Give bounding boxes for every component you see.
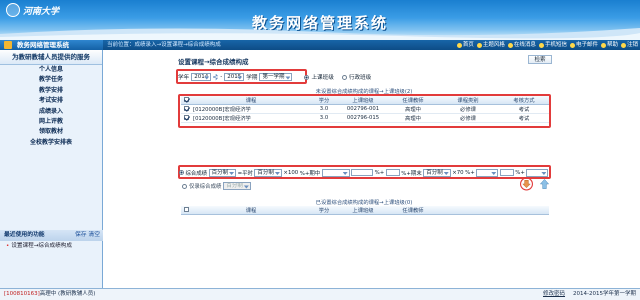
sidebar-item-teaching-tasks[interactable]: 教学任务 (0, 75, 102, 85)
col-teacher: 任课教师 (389, 96, 437, 105)
regular-scale-select[interactable]: 百分制 (254, 168, 282, 177)
extra-scale-select[interactable] (526, 168, 549, 177)
current-term: 2014-2015学年第一学期 (573, 291, 636, 297)
radio-composite-grade[interactable] (179, 170, 184, 175)
col-credit: 学分 (311, 96, 337, 105)
filter-row: 学年 2014 - 2015 学期 第一学期 上课班级 行政班级 (178, 73, 372, 81)
sidebar-heading: 为教研教辅人员提供的服务 (0, 50, 102, 65)
move-down-arrow-button[interactable] (520, 177, 533, 191)
year-end-input[interactable]: 2015 (224, 73, 245, 81)
recent-item[interactable]: 设置课程→综合成绩构成 (0, 241, 103, 251)
move-up-arrow-button[interactable] (538, 177, 551, 191)
select-all-header[interactable] (181, 96, 191, 105)
extra-weight-input[interactable] (385, 169, 400, 176)
current-user: [100810163]高理中 (教研教辅人员) (4, 291, 96, 297)
sidebar-item-school-schedule[interactable]: 全校教学安排表 (0, 138, 102, 148)
year-start-input[interactable]: 2014 (191, 73, 212, 81)
grade-formula-row: 综合成绩 百分制 =平时 百分制 ×100 %+期中 %+ %+期末 百分制 ×… (179, 168, 550, 177)
radio-class-section[interactable] (304, 74, 310, 80)
radio-admin-class[interactable] (341, 74, 347, 80)
lower-select-all-checkbox[interactable] (183, 206, 189, 212)
unset-courses-table: 课程 学分 上课班级 任课教师 课程类别 考核方式 [0120000B]宏观经济… (181, 96, 549, 123)
tool-logout[interactable]: 注销 (620, 40, 638, 50)
tool-home[interactable]: 首页 (456, 40, 474, 50)
tool-sms[interactable]: 手机短信 (538, 40, 567, 50)
col-course: 课程 (191, 96, 311, 105)
midterm-weight-input[interactable] (351, 169, 374, 176)
breadcrumb-prefix: 当前位置： (107, 42, 135, 48)
lower-table-caption: 已设置综合成绩构成的课程→上课班级(0) (315, 200, 413, 206)
tool-email[interactable]: 电子邮件 (569, 40, 598, 50)
sidebar-system-header: 教务网络管理系统 (0, 40, 103, 50)
logout-icon (620, 42, 626, 48)
table-row[interactable]: [0120000B]宏观经济学 3.0 002796-015 高理中 必修课 考… (181, 113, 549, 123)
sidebar: 为教研教辅人员提供的服务 个人信息 教学任务 教学安排 考试安排 成绩录入 网上… (0, 50, 103, 288)
lower-col-credit: 学分 (311, 206, 337, 215)
sidebar-item-grade-entry[interactable]: 成绩录入 (0, 107, 102, 117)
tool-messages[interactable]: 在线消息 (507, 40, 536, 50)
main-content: 设置课程→综合成绩构成 检索 学年 2014 - 2015 学期 第一学期 上课… (106, 50, 640, 288)
banner-wave-decoration (0, 28, 640, 40)
search-button[interactable]: 检索 (528, 55, 552, 64)
breadcrumb: 当前位置：成绩录入→设置课程→综合成绩构成 (107, 40, 221, 50)
sidebar-item-evaluation[interactable]: 网上评教 (0, 117, 102, 127)
composite-only-select[interactable]: 百分制 (223, 182, 251, 190)
recent-functions-panel: 最近使用的功能 保存 清空 设置课程→综合成绩构成 (0, 230, 103, 251)
composite-scale-select[interactable]: 百分制 (208, 168, 237, 177)
radio-composite-only[interactable] (182, 183, 187, 189)
tool-help[interactable]: 帮助 (600, 40, 618, 50)
breadcrumb-path[interactable]: 成绩录入→设置课程→综合成绩构成 (135, 42, 221, 48)
mail-icon (569, 42, 575, 48)
midterm-scale-select[interactable] (321, 168, 350, 177)
header-banner: 河南大学 教务网络管理系统 (0, 0, 640, 40)
message-icon (507, 42, 513, 48)
toolbar: 首页 主题风格 在线消息 手机短信 电子邮件 帮助 注销 (456, 40, 638, 50)
sidebar-item-profile[interactable]: 个人信息 (0, 65, 102, 75)
tool-theme[interactable]: 主题风格 (476, 40, 505, 50)
lower-col-class: 上课班级 (337, 206, 389, 215)
col-category: 课程类别 (437, 96, 499, 105)
app-window: { "header": { "logo_text": "河南大学", "syst… (0, 0, 640, 300)
final-scale-select[interactable]: 百分制 (423, 168, 451, 177)
sidebar-item-teaching-schedule[interactable]: 教学安排 (0, 86, 102, 96)
theme-icon (476, 42, 482, 48)
set-courses-table: 课程 学分 上课班级 任课教师 (181, 206, 549, 215)
composite-only-row: 仅录综合成绩 百分制 (182, 181, 251, 191)
lower-col-course: 课程 (191, 206, 311, 215)
table-row[interactable]: [0120000B]宏观经济学 3.0 002796-001 高理中 必修课 考… (181, 104, 549, 114)
row-checkbox[interactable] (183, 105, 189, 111)
col-assessment: 考核方式 (499, 96, 549, 105)
lower-col-teacher: 任课教师 (389, 206, 437, 215)
status-bar: [100810163]高理中 (教研教辅人员) 修改密码 2014-2015学年第… (0, 288, 640, 300)
recent-functions-header: 最近使用的功能 保存 清空 (0, 230, 103, 241)
sidebar-item-textbooks[interactable]: 领取教材 (0, 127, 102, 137)
other-weight-input[interactable] (499, 169, 514, 176)
term-select[interactable]: 第一学期 (259, 73, 293, 81)
col-class: 上课班级 (337, 96, 389, 105)
page-title: 设置课程→综合成绩构成 (178, 58, 249, 66)
status-right: 修改密码 2014-2015学年第一学期 (543, 289, 636, 300)
sidebar-item-exam-schedule[interactable]: 考试安排 (0, 96, 102, 106)
recent-save-clear-links[interactable]: 保存 清空 (75, 230, 100, 241)
help-icon (600, 42, 606, 48)
book-icon (4, 41, 12, 49)
other-scale-select[interactable] (476, 168, 499, 177)
top-nav-bar: 教务网络管理系统 当前位置：成绩录入→设置课程→综合成绩构成 首页 主题风格 在… (0, 40, 640, 50)
year-spinner-icon[interactable] (213, 73, 219, 81)
select-all-checkbox[interactable] (183, 96, 189, 102)
phone-icon (538, 42, 544, 48)
lower-select-all-header[interactable] (181, 206, 191, 215)
home-icon (456, 42, 462, 48)
change-password-link[interactable]: 修改密码 (543, 291, 565, 297)
row-checkbox[interactable] (183, 114, 189, 120)
